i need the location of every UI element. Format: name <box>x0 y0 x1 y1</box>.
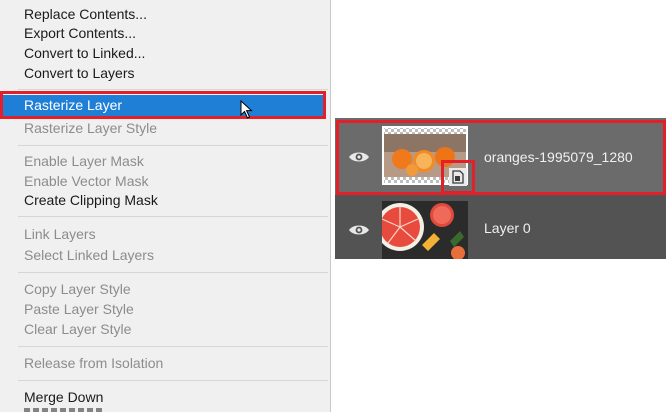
menu-border <box>330 0 331 412</box>
menu-item-export-contents[interactable]: Export Contents... <box>0 23 330 43</box>
menu-item-copy-layer-style[interactable]: Copy Layer Style <box>0 279 330 299</box>
layer-name-layer-0[interactable]: Layer 0 <box>484 220 531 236</box>
menu-separator <box>18 89 328 90</box>
menu-item-enable-layer-mask[interactable]: Enable Layer Mask <box>0 151 330 171</box>
smart-object-icon <box>449 168 467 186</box>
menu-item-replace-contents[interactable]: Replace Contents... <box>0 4 330 24</box>
layer-name-oranges[interactable]: oranges-1995079_1280 <box>484 149 633 165</box>
annotation-smart-object-box <box>441 160 475 194</box>
layer-thumbnail-layer-0 <box>382 201 468 259</box>
menu-item-convert-to-layers[interactable]: Convert to Layers <box>0 63 330 83</box>
menu-item-create-clipping-mask[interactable]: Create Clipping Mask <box>0 190 330 210</box>
menu-separator <box>18 346 328 347</box>
eye-visibility-icon[interactable] <box>348 223 370 237</box>
menu-separator <box>18 216 328 217</box>
menu-item-clear-layer-style[interactable]: Clear Layer Style <box>0 319 330 339</box>
menu-item-cut-off <box>24 408 104 412</box>
menu-item-link-layers[interactable]: Link Layers <box>0 224 330 244</box>
menu-item-select-linked-layers[interactable]: Select Linked Layers <box>0 245 330 265</box>
menu-separator <box>18 145 328 146</box>
layer-row-oranges[interactable]: oranges-1995079_1280 <box>335 118 666 195</box>
mouse-pointer-icon <box>240 100 253 119</box>
menu-item-paste-layer-style[interactable]: Paste Layer Style <box>0 299 330 319</box>
menu-item-rasterize-layer[interactable]: Rasterize Layer <box>2 95 325 116</box>
menu-separator <box>18 380 328 381</box>
menu-item-merge-down[interactable]: Merge Down <box>0 387 330 407</box>
layer-context-menu: Replace Contents... Export Contents... C… <box>0 0 330 412</box>
menu-separator <box>18 272 328 273</box>
menu-item-release-from-isolation[interactable]: Release from Isolation <box>0 353 330 373</box>
menu-item-convert-to-linked[interactable]: Convert to Linked... <box>0 43 330 63</box>
layers-panel: oranges-1995079_1280 Layer 0 <box>335 118 666 259</box>
menu-item-rasterize-layer-style[interactable]: Rasterize Layer Style <box>0 118 330 138</box>
eye-visibility-icon[interactable] <box>348 150 370 164</box>
layer-row-layer-0[interactable]: Layer 0 <box>335 197 666 259</box>
menu-item-enable-vector-mask[interactable]: Enable Vector Mask <box>0 171 330 191</box>
